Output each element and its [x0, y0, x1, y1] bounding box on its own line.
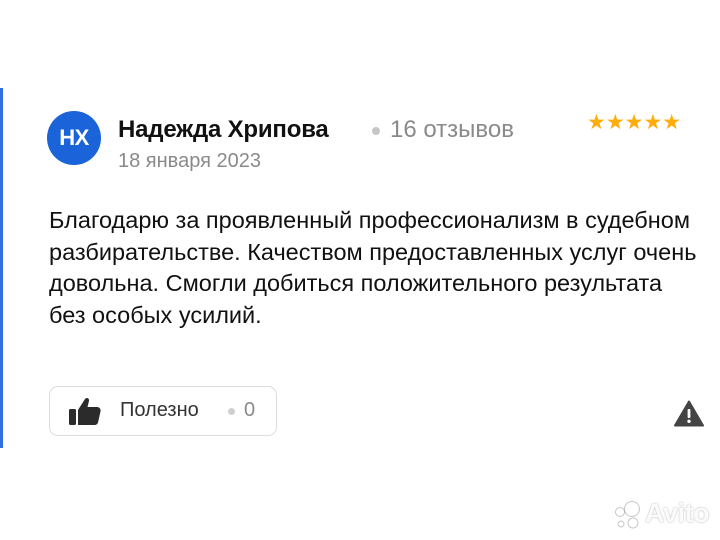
- author-reviews-count: 16 отзывов: [390, 116, 515, 143]
- rating-stars: ★★★★★: [587, 111, 682, 134]
- left-accent-bar: [0, 88, 3, 448]
- avito-logo-icon: [615, 501, 640, 529]
- helpful-button[interactable]: Полезно 0: [49, 386, 277, 436]
- avito-watermark-text: Avito: [645, 498, 710, 528]
- review-date: 18 января 2023: [118, 150, 261, 172]
- review-text: Благодарю за проявленный профессионализм…: [49, 207, 697, 328]
- separator-dot: [372, 127, 380, 135]
- avatar[interactable]: НХ: [47, 111, 101, 165]
- helpful-separator-dot: [228, 408, 235, 415]
- warning-triangle-icon[interactable]: [674, 400, 704, 427]
- thumb-up-icon: [69, 397, 101, 425]
- avito-watermark: Avito: [612, 498, 712, 532]
- avatar-initials: НХ: [59, 125, 89, 150]
- helpful-count: 0: [244, 399, 256, 421]
- helpful-label: Полезно: [120, 399, 199, 421]
- author-name[interactable]: Надежда Хрипова: [118, 116, 329, 144]
